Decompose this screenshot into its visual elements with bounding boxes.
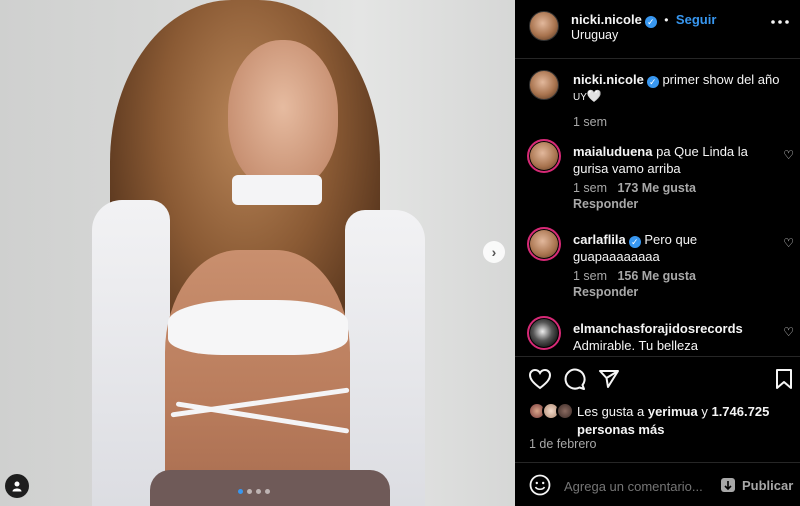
like-comment-heart-icon[interactable]: ♡ xyxy=(783,148,794,162)
emoji-icon[interactable] xyxy=(529,474,551,496)
comment-input[interactable] xyxy=(564,476,714,496)
carousel-dot xyxy=(265,489,270,494)
reply-button[interactable]: Responder xyxy=(573,197,638,211)
likes-suffix[interactable]: personas más xyxy=(577,422,664,437)
chevron-right-icon: › xyxy=(491,244,497,260)
carousel-dot xyxy=(247,489,252,494)
likes-connector: y xyxy=(701,404,708,419)
likes-prefix: Les gusta a xyxy=(577,404,645,419)
post-comment-button[interactable]: Publicar xyxy=(742,478,793,493)
comment-text-cont: gurisa vamo arriba xyxy=(573,161,681,176)
liker-avatar xyxy=(556,402,574,420)
author-username[interactable]: nicki.nicole xyxy=(571,12,642,27)
verified-icon: ✓ xyxy=(646,76,659,88)
author-avatar[interactable] xyxy=(529,11,559,41)
carousel-dot xyxy=(238,489,243,494)
photo-sleeve-left xyxy=(92,200,170,506)
photo-top xyxy=(168,300,348,355)
divider xyxy=(515,462,800,463)
comment-avatar[interactable] xyxy=(527,227,561,261)
post-photo[interactable] xyxy=(0,0,515,506)
comment-time[interactable]: 1 sem xyxy=(573,181,607,195)
photo-choker xyxy=(232,175,322,205)
comment-avatar[interactable] xyxy=(527,316,561,350)
divider xyxy=(515,58,800,59)
like-comment-heart-icon[interactable]: ♡ xyxy=(783,236,794,250)
like-heart-icon[interactable] xyxy=(528,368,552,390)
comment-text-cont: guapaaaaaaaa xyxy=(573,249,660,264)
white-heart-icon: 🤍 xyxy=(586,89,602,103)
tagged-users-button[interactable] xyxy=(5,474,29,498)
comment: elmanchasforajidosrecords Admirable. Tu … xyxy=(573,320,773,354)
more-icon[interactable] xyxy=(770,19,790,25)
comment-avatar[interactable] xyxy=(527,139,561,173)
verified-icon: ✓ xyxy=(628,236,641,248)
carousel-next-button[interactable]: › xyxy=(483,241,505,263)
comment-likes[interactable]: 156 Me gusta xyxy=(617,269,696,283)
divider xyxy=(515,356,800,357)
comment-username[interactable]: maialuduena xyxy=(573,144,652,159)
share-send-icon[interactable] xyxy=(598,369,620,389)
caption-avatar[interactable] xyxy=(529,70,559,100)
caption-text: primer show del año xyxy=(662,72,780,87)
comment-bubble-icon[interactable] xyxy=(563,368,586,391)
liked-by-avatars[interactable] xyxy=(528,402,576,420)
comment: carlaflila ✓ Pero que guapaaaaaaaa 1 sem … xyxy=(573,231,763,299)
post-date[interactable]: 1 de febrero xyxy=(529,437,596,451)
photo-pants xyxy=(150,470,390,506)
photo-sleeve-right xyxy=(345,210,425,506)
bookmark-icon[interactable] xyxy=(775,368,793,390)
liker-username[interactable]: yerimua xyxy=(648,404,698,419)
comment-text: Pero que xyxy=(644,232,698,247)
caption: nicki.nicole ✓ primer show del año UY🤍 1 … xyxy=(573,71,793,129)
separator: • xyxy=(664,13,669,27)
comment-text: Admirable. Tu belleza xyxy=(573,338,699,353)
photo-face xyxy=(228,40,338,190)
post-location[interactable]: Uruguay xyxy=(571,27,618,44)
user-icon xyxy=(12,481,22,492)
verified-icon: ✓ xyxy=(644,16,657,28)
comment-username[interactable]: carlaflila xyxy=(573,232,626,247)
follow-button[interactable]: Seguir xyxy=(676,12,716,27)
likes-summary: Les gusta a yerimua y 1.746.725 personas… xyxy=(577,403,792,439)
comment-likes[interactable]: 173 Me gusta xyxy=(617,181,696,195)
sticker-icon[interactable] xyxy=(721,478,735,492)
comment-text: pa Que Linda la xyxy=(656,144,748,159)
carousel-indicator xyxy=(238,489,270,494)
photo-torso xyxy=(165,250,350,506)
post-side-panel: nicki.nicole ✓ • Seguir Uruguay nicki.nic… xyxy=(515,0,800,506)
likes-count[interactable]: 1.746.725 xyxy=(711,404,769,419)
caption-time[interactable]: 1 sem xyxy=(573,115,793,129)
comment: maialuduena pa Que Linda la gurisa vamo … xyxy=(573,143,763,211)
like-comment-heart-icon[interactable]: ♡ xyxy=(783,325,794,339)
caption-text-flag: UY xyxy=(573,92,587,103)
comment-time[interactable]: 1 sem xyxy=(573,269,607,283)
reply-button[interactable]: Responder xyxy=(573,285,638,299)
caption-username[interactable]: nicki.nicole xyxy=(573,72,644,87)
comment-username[interactable]: elmanchasforajidosrecords xyxy=(573,321,743,336)
carousel-dot xyxy=(256,489,261,494)
